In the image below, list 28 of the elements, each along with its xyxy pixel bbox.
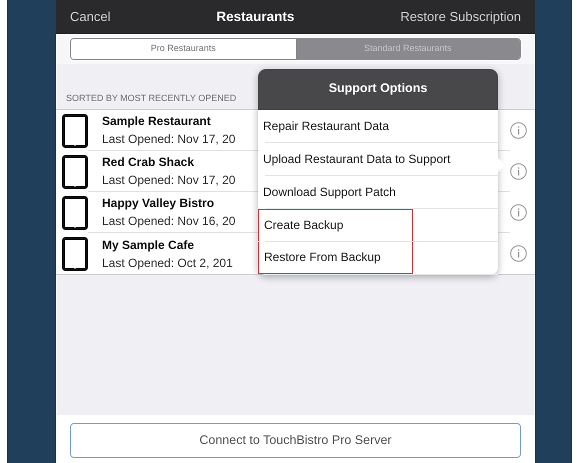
tablet-icon	[62, 196, 88, 230]
last-opened-text: Last Opened: Oct 2, 201	[102, 254, 233, 272]
restaurant-name: Happy Valley Bistro	[102, 195, 214, 212]
restaurant-name: My Sample Cafe	[102, 236, 194, 254]
menu-item[interactable]: Restore From Backup	[258, 242, 413, 274]
segment-tab[interactable]: Pro Restaurants	[71, 39, 296, 58]
restaurant-name: Red Crab Shack	[102, 154, 194, 171]
info-icon[interactable]	[510, 122, 527, 139]
last-opened-text: Last Opened: Nov 17, 20	[102, 172, 236, 189]
navbar-title: Restaurants	[216, 8, 294, 26]
tablet-icon	[62, 154, 88, 188]
tablet-icon	[62, 114, 88, 148]
info-icon[interactable]	[510, 204, 527, 221]
restaurant-name: Sample Restaurant	[102, 113, 211, 130]
menu-item[interactable]: Download Support Patch	[258, 176, 396, 208]
info-icon[interactable]	[510, 245, 527, 262]
cancel-link[interactable]: Cancel	[70, 7, 110, 27]
last-opened-text: Last Opened: Nov 17, 20	[102, 131, 236, 148]
menu-item[interactable]: Repair Restaurant Data	[258, 110, 390, 142]
restore-subscription-link[interactable]: Restore Subscription	[400, 7, 521, 27]
menu-item[interactable]: Create Backup	[258, 208, 413, 241]
connect-server-button[interactable]: Connect to TouchBistro Pro Server	[70, 423, 521, 458]
info-icon[interactable]	[510, 163, 527, 180]
section-header: SORTED BY MOST RECENTLY OPENED	[66, 92, 236, 102]
last-opened-text: Last Opened: Nov 16, 20	[102, 213, 236, 230]
popover-title: Support Options	[258, 69, 498, 110]
tablet-icon	[62, 236, 88, 270]
menu-item[interactable]: Upload Restaurant Data to Support	[258, 142, 450, 175]
